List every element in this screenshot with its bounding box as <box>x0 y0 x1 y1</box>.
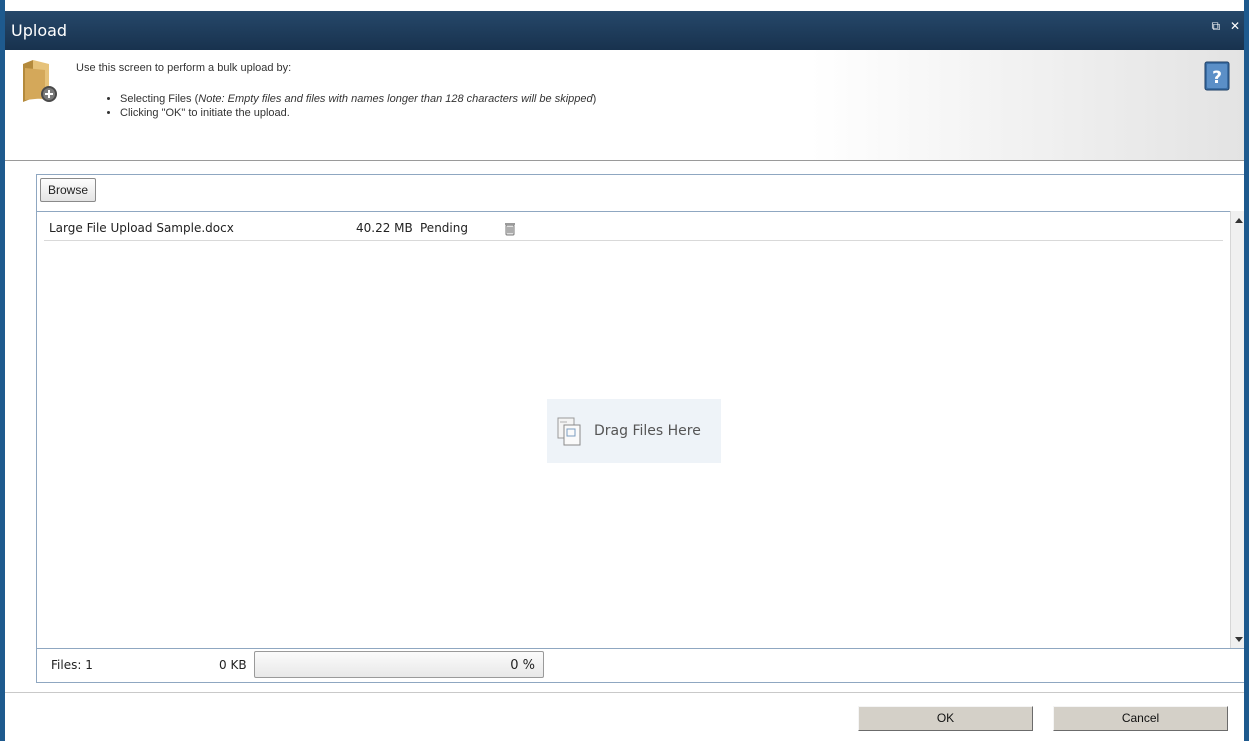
file-list: Large File Upload Sample.docx 40.22 MB P… <box>37 211 1231 649</box>
ok-button[interactable]: OK <box>858 706 1033 731</box>
close-icon[interactable]: ✕ <box>1230 19 1240 33</box>
drop-zone[interactable]: Drag Files Here <box>547 399 721 463</box>
drag-files-icon <box>557 417 581 446</box>
top-strip <box>5 0 1244 11</box>
cancel-button[interactable]: Cancel <box>1053 706 1228 731</box>
file-row: Large File Upload Sample.docx 40.22 MB P… <box>44 218 1223 241</box>
folder-add-icon <box>23 60 57 102</box>
upload-dialog: Upload ⧉ ✕ Use this screen to perform a … <box>0 0 1249 741</box>
instructions-header: Use this screen to perform a bulk upload… <box>5 50 1244 161</box>
total-size: 0 KB <box>219 658 247 672</box>
files-count: Files: 1 <box>51 658 93 672</box>
window-title: Upload <box>11 21 68 40</box>
upload-status-bar: Files: 1 0 KB 0 % <box>37 648 1244 682</box>
progress-percent: 0 % <box>510 658 535 673</box>
list-item: Selecting Files (Note: Empty files and f… <box>120 92 596 106</box>
list-item: Clicking "OK" to initiate the upload. <box>120 106 596 120</box>
file-size: 40.22 MB <box>356 221 413 235</box>
file-name: Large File Upload Sample.docx <box>49 221 234 235</box>
delete-icon[interactable] <box>504 222 516 236</box>
upload-toolbar: Browse <box>37 175 1244 212</box>
drop-zone-label: Drag Files Here <box>594 423 701 439</box>
restore-icon[interactable]: ⧉ <box>1212 19 1221 34</box>
browse-button[interactable]: Browse <box>40 178 97 202</box>
title-bar: Upload ⧉ ✕ <box>5 11 1244 50</box>
instructions-intro: Use this screen to perform a bulk upload… <box>76 62 292 74</box>
help-icon[interactable]: ? <box>1204 61 1230 91</box>
progress-bar: 0 % <box>254 651 544 678</box>
vertical-scrollbar[interactable] <box>1230 211 1244 649</box>
upload-panel: Browse Large File Upload Sample.docx 40.… <box>36 174 1244 683</box>
footer-divider <box>5 692 1244 693</box>
file-status: Pending <box>420 221 468 235</box>
svg-text:?: ? <box>1212 68 1222 88</box>
window-controls: ⧉ ✕ <box>1206 19 1240 34</box>
instructions-list: Selecting Files (Note: Empty files and f… <box>104 92 596 120</box>
scroll-down-icon[interactable] <box>1235 637 1243 642</box>
scroll-up-icon[interactable] <box>1235 218 1243 223</box>
